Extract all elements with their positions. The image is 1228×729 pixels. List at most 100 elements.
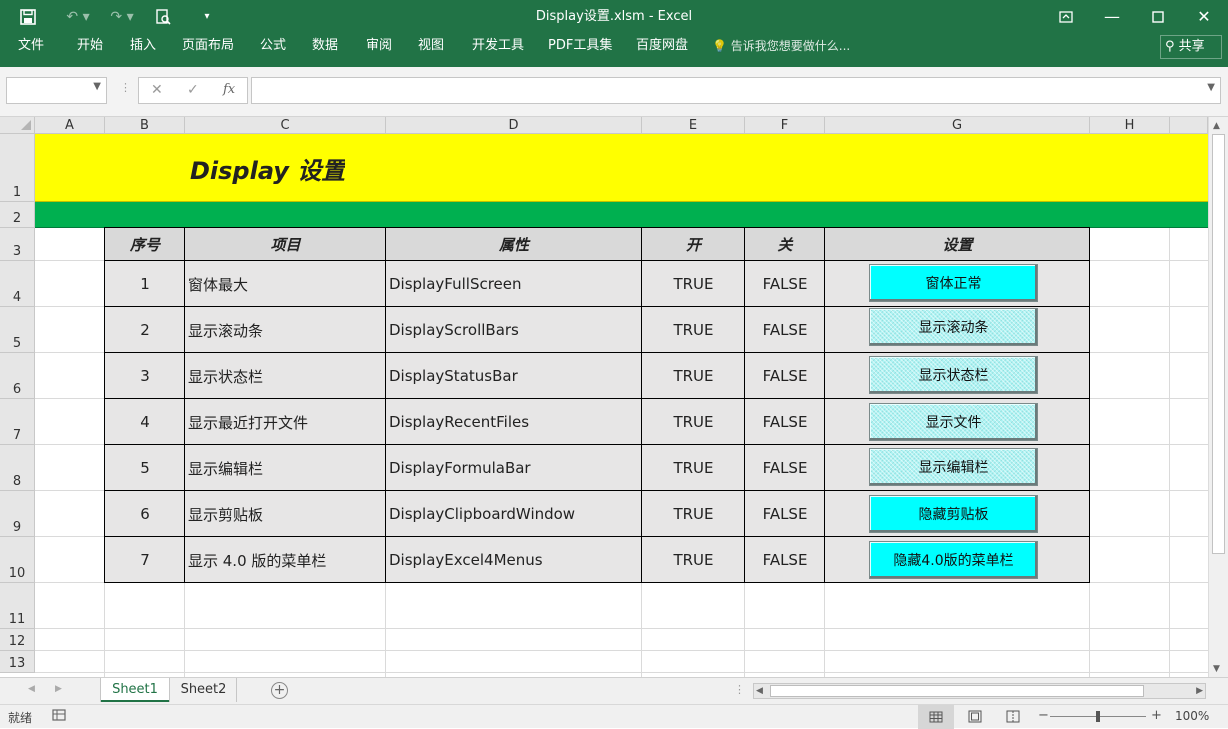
cell-on[interactable]: TRUE	[642, 261, 745, 307]
cell-off[interactable]: FALSE	[745, 445, 825, 491]
tab-scroll-right-icon[interactable]: ▶	[55, 684, 62, 694]
cell-property[interactable]: DisplayExcel4Menus	[389, 537, 641, 583]
page-break-view-icon[interactable]	[1006, 710, 1020, 726]
name-box-dropdown-icon[interactable]: ▼	[93, 81, 101, 92]
show-formulabar-button[interactable]: 显示编辑栏	[869, 448, 1038, 486]
header-on[interactable]: 开	[642, 228, 745, 261]
cell-off[interactable]: FALSE	[745, 353, 825, 399]
row-header-3[interactable]: 3	[0, 228, 35, 261]
sheet-tab-sheet2[interactable]: Sheet2	[171, 678, 237, 702]
close-icon[interactable]: ✕	[1190, 0, 1218, 33]
row-header-8[interactable]: 8	[0, 445, 35, 491]
hide-clipboard-button[interactable]: 隐藏剪贴板	[869, 495, 1038, 533]
name-box[interactable]: ▼	[6, 77, 107, 104]
green-band[interactable]	[35, 202, 1208, 228]
row-header-6[interactable]: 6	[0, 353, 35, 399]
tell-me-box[interactable]: 💡 告诉我您想要做什么...	[712, 33, 850, 67]
formula-bar-splitter[interactable]: ⋮	[120, 81, 131, 94]
cell-on[interactable]: TRUE	[642, 537, 745, 583]
row-header-1[interactable]: 1	[0, 134, 35, 202]
share-button[interactable]: ⚲ 共享	[1160, 35, 1222, 59]
header-off[interactable]: 关	[745, 228, 825, 261]
column-header-i[interactable]	[1170, 117, 1208, 134]
header-property[interactable]: 属性	[386, 228, 642, 261]
column-header-a[interactable]: A	[35, 117, 105, 134]
cell-off[interactable]: FALSE	[745, 491, 825, 537]
vertical-scroll-thumb[interactable]	[1212, 134, 1225, 554]
scroll-left-icon[interactable]: ◀	[756, 684, 763, 698]
row-header-10[interactable]: 10	[0, 537, 35, 583]
select-all-corner[interactable]	[0, 117, 35, 134]
column-header-e[interactable]: E	[642, 117, 745, 134]
cell-property[interactable]: DisplayFormulaBar	[389, 445, 641, 491]
expand-formula-bar-icon[interactable]: ▼	[1207, 82, 1215, 93]
save-icon[interactable]	[14, 0, 42, 33]
cell-off[interactable]: FALSE	[745, 261, 825, 307]
scroll-right-icon[interactable]: ▶	[1196, 684, 1203, 698]
cell-on[interactable]: TRUE	[642, 399, 745, 445]
header-item[interactable]: 项目	[185, 228, 386, 261]
cell-off[interactable]: FALSE	[745, 399, 825, 445]
cancel-entry-icon[interactable]: ✕	[151, 82, 163, 98]
print-preview-icon[interactable]	[152, 0, 174, 33]
redo-icon[interactable]: ↷ ▾	[104, 0, 140, 33]
insert-function-icon[interactable]: fx	[223, 82, 235, 97]
cell-on[interactable]: TRUE	[642, 445, 745, 491]
header-no[interactable]: 序号	[105, 228, 185, 261]
tab-developer[interactable]: 开发工具	[472, 33, 524, 67]
customize-quick-access-icon[interactable]: ▾	[198, 0, 216, 33]
normal-view-icon[interactable]	[918, 705, 954, 729]
cell-off[interactable]: FALSE	[745, 537, 825, 583]
sheet-tab-sheet1[interactable]: Sheet1	[101, 678, 169, 702]
row-header-9[interactable]: 9	[0, 491, 35, 537]
tab-review[interactable]: 审阅	[366, 33, 392, 67]
cell-item[interactable]: 显示剪贴板	[188, 491, 384, 537]
undo-icon[interactable]: ↶ ▾	[60, 0, 96, 33]
cell-on[interactable]: TRUE	[642, 491, 745, 537]
column-header-d[interactable]: D	[386, 117, 642, 134]
zoom-level[interactable]: 100%	[1175, 709, 1209, 723]
cell-no[interactable]: 7	[105, 537, 185, 583]
tab-pdf-tools[interactable]: PDF工具集	[548, 33, 612, 67]
row-header-11[interactable]: 11	[0, 583, 35, 629]
cell-on[interactable]: TRUE	[642, 307, 745, 353]
cell-item[interactable]: 显示 4.0 版的菜单栏	[188, 537, 384, 583]
show-statusbar-button[interactable]: 显示状态栏	[869, 356, 1038, 394]
cell-no[interactable]: 5	[105, 445, 185, 491]
row-header-4[interactable]: 4	[0, 261, 35, 307]
cell-property[interactable]: DisplayStatusBar	[389, 353, 641, 399]
page-layout-view-icon[interactable]	[968, 710, 982, 726]
row-header-13[interactable]: 13	[0, 651, 35, 673]
cell-item[interactable]: 显示编辑栏	[188, 445, 384, 491]
zoom-out-icon[interactable]: −	[1038, 708, 1049, 723]
cell-no[interactable]: 3	[105, 353, 185, 399]
column-header-h[interactable]: H	[1090, 117, 1170, 134]
header-setting[interactable]: 设置	[825, 228, 1090, 261]
worksheet-grid[interactable]: A B C D E F G H 1 2 3 4 5 6 7 8 9 10 11 …	[0, 117, 1228, 677]
cell-item[interactable]: 窗体最大	[188, 261, 384, 307]
vertical-scrollbar[interactable]: ▲ ▼	[1208, 117, 1228, 677]
column-header-g[interactable]: G	[825, 117, 1090, 134]
row-header-7[interactable]: 7	[0, 399, 35, 445]
macro-record-icon[interactable]	[52, 708, 66, 725]
tab-split-handle[interactable]: ⋮	[734, 683, 745, 696]
cell-property[interactable]: DisplayRecentFiles	[389, 399, 641, 445]
cell-item[interactable]: 显示状态栏	[188, 353, 384, 399]
tab-baidu-netdisk[interactable]: 百度网盘	[636, 33, 688, 67]
cell-no[interactable]: 2	[105, 307, 185, 353]
minimize-icon[interactable]: —	[1098, 0, 1126, 33]
tab-insert[interactable]: 插入	[130, 33, 156, 67]
add-sheet-icon[interactable]: +	[271, 682, 288, 699]
tab-scroll-left-icon[interactable]: ◀	[28, 684, 35, 694]
tab-view[interactable]: 视图	[418, 33, 444, 67]
horizontal-scroll-thumb[interactable]	[770, 685, 1144, 697]
row-header-5[interactable]: 5	[0, 307, 35, 353]
cell-no[interactable]: 4	[105, 399, 185, 445]
cell-no[interactable]: 6	[105, 491, 185, 537]
show-recent-files-button[interactable]: 显示文件	[869, 403, 1038, 441]
scroll-down-icon[interactable]: ▼	[1213, 664, 1220, 674]
formula-input[interactable]: ▼	[251, 77, 1221, 104]
maximize-icon[interactable]	[1144, 0, 1172, 33]
cell-item[interactable]: 显示最近打开文件	[188, 399, 384, 445]
column-header-c[interactable]: C	[185, 117, 386, 134]
